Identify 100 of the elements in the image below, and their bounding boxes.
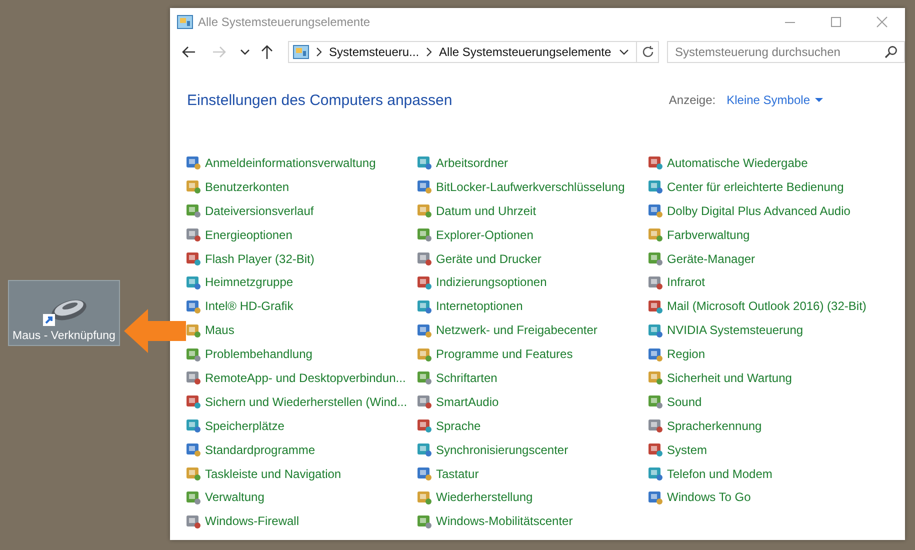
applet-link[interactable]: NVIDIA Systemsteuerung xyxy=(667,323,804,338)
applet-icon xyxy=(417,490,432,505)
applet-icon xyxy=(186,251,201,266)
applet-link[interactable]: Region xyxy=(667,347,706,362)
applet-link[interactable]: RemoteApp- und Desktopverbindun... xyxy=(205,370,406,385)
applet-link[interactable]: Dateiversionsverlauf xyxy=(205,204,314,218)
applet-icon xyxy=(186,155,201,170)
applet-icon xyxy=(417,179,432,194)
view-label: Anzeige: xyxy=(668,93,716,107)
applet-link[interactable]: Sprache xyxy=(436,418,481,433)
applet-link[interactable]: Programme und Features xyxy=(436,347,573,362)
applet-link[interactable]: Anmeldeinformationsverwaltung xyxy=(205,156,376,170)
applet-icon xyxy=(186,179,201,194)
applet-icon xyxy=(648,370,663,386)
applet-link[interactable]: Energieoptionen xyxy=(205,228,292,242)
desktop-shortcut[interactable]: Maus - Verknüpfung xyxy=(8,280,120,346)
applet-icon xyxy=(648,418,663,434)
applet-link[interactable]: Tastatur xyxy=(436,466,479,481)
applet-icon xyxy=(648,322,663,338)
applet-link[interactable]: Sicherheit und Wartung xyxy=(667,370,792,385)
applet-link[interactable]: Schriftarten xyxy=(436,370,498,385)
applet-link[interactable]: Intel® HD-Grafik xyxy=(205,299,294,314)
applet-link[interactable]: Dolby Digital Plus Advanced Audio xyxy=(667,204,850,218)
applet-icon xyxy=(186,322,201,338)
applet-link[interactable]: Benutzerkonten xyxy=(205,180,290,194)
page-heading: Einstellungen des Computers anpassen xyxy=(187,92,452,108)
applet-icon xyxy=(648,466,663,482)
applet-icon xyxy=(186,274,201,290)
applet-link[interactable]: Heimnetzgruppe xyxy=(205,275,294,290)
applet-link[interactable]: Geräte-Manager xyxy=(667,252,756,266)
applet-icon xyxy=(417,298,432,314)
applet-link[interactable]: BitLocker-Laufwerkverschlüsselung xyxy=(436,180,625,194)
applet-link[interactable]: Sichern und Wiederherstellen (Wind... xyxy=(205,394,408,409)
applet-link[interactable]: Taskleiste und Navigation xyxy=(205,466,342,481)
applet-link[interactable]: Verwaltung xyxy=(205,490,264,504)
applet-icon xyxy=(648,442,663,458)
applet-link[interactable]: Spracherkennung xyxy=(667,418,762,433)
breadcrumb[interactable]: Systemsteueru... xyxy=(329,45,420,59)
applet-link[interactable]: Datum und Uhrzeit xyxy=(436,204,536,218)
control-panel-icon xyxy=(293,45,309,59)
applet-icon xyxy=(417,514,432,529)
applet-icon xyxy=(186,227,201,242)
applet-icon xyxy=(417,466,432,482)
refresh-button[interactable] xyxy=(637,41,659,63)
applet-icon xyxy=(186,346,201,362)
chevron-icon xyxy=(315,47,323,57)
applet-link[interactable]: Sound xyxy=(667,394,702,409)
applet-icon xyxy=(417,418,432,434)
applet-link[interactable]: System xyxy=(667,442,708,457)
dropdown-icon[interactable] xyxy=(618,47,630,57)
applet-icon xyxy=(186,490,201,505)
applet-icon xyxy=(417,370,432,386)
applet-link[interactable]: Automatische Wiedergabe xyxy=(667,156,808,170)
applet-icon xyxy=(186,466,201,482)
applet-icon xyxy=(417,227,432,242)
applet-link[interactable]: Speicherplätze xyxy=(205,418,284,433)
applet-link[interactable]: Indizierungsoptionen xyxy=(436,275,547,290)
applet-link[interactable]: Flash Player (32-Bit) xyxy=(205,252,314,266)
applet-link[interactable]: Telefon und Modem xyxy=(667,466,772,481)
applet-link[interactable]: Windows To Go xyxy=(667,490,751,504)
applet-link[interactable]: Wiederherstellung xyxy=(436,490,533,504)
control-panel-icon xyxy=(177,15,193,29)
applet-icon xyxy=(648,227,663,242)
applet-link[interactable]: Explorer-Optionen xyxy=(436,228,534,242)
search-field[interactable]: Systemsteuerung durchsuchen xyxy=(667,41,905,63)
applet-link[interactable]: Arbeitsordner xyxy=(436,156,508,170)
refresh-icon xyxy=(640,45,654,59)
applet-link[interactable]: Maus xyxy=(205,323,234,338)
applet-link[interactable]: Internetoptionen xyxy=(436,299,523,314)
applet-link[interactable]: Farbverwaltung xyxy=(667,228,750,242)
applet-link[interactable]: Geräte und Drucker xyxy=(436,252,542,266)
applet-icon xyxy=(186,298,201,314)
pointer-arrow xyxy=(124,309,186,353)
applet-icon xyxy=(648,179,663,194)
applet-icon xyxy=(186,370,201,386)
applet-icon xyxy=(417,442,432,458)
applet-link[interactable]: Mail (Microsoft Outlook 2016) (32-Bit) xyxy=(667,299,866,314)
applet-icon xyxy=(648,274,663,290)
applet-link[interactable]: Windows-Firewall xyxy=(205,514,300,528)
search-icon[interactable] xyxy=(884,45,898,59)
applet-icon xyxy=(417,346,432,362)
address-bar[interactable]: Systemsteueru... Alle Systemsteuerungselemente xyxy=(288,41,637,63)
applet-icon xyxy=(648,251,663,266)
applet-link[interactable]: Netzwerk- und Freigabecenter xyxy=(436,323,598,338)
applet-icon xyxy=(648,490,663,505)
applet-link[interactable]: Windows-Mobilitätscenter xyxy=(436,514,573,528)
applet-link[interactable]: Problembehandlung xyxy=(205,347,312,362)
applet-link[interactable]: Center für erleichterte Bedienung xyxy=(667,180,844,194)
applet-link[interactable]: Standardprogramme xyxy=(205,442,316,457)
caret-icon xyxy=(815,98,823,102)
view-dropdown[interactable]: Kleine Symbole xyxy=(726,93,823,107)
applet-link[interactable]: Synchronisierungscenter xyxy=(436,442,568,457)
applet-icon xyxy=(648,155,663,170)
applet-link[interactable]: Infrarot xyxy=(667,275,706,290)
applet-link[interactable]: SmartAudio xyxy=(436,394,499,409)
applet-icon xyxy=(648,346,663,362)
applet-icon xyxy=(417,274,432,290)
window-title: Alle Systemsteuerungselemente xyxy=(198,15,370,29)
applet-icon xyxy=(648,298,663,314)
breadcrumb[interactable]: Alle Systemsteuerungselemente xyxy=(439,45,612,59)
